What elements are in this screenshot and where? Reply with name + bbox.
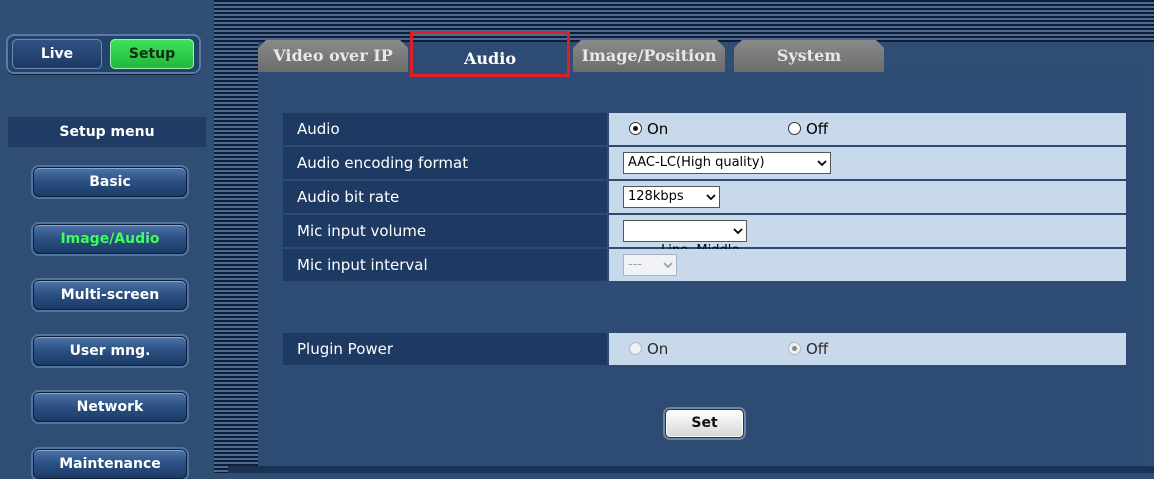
setting-row-bitrate: Audio bit rate 128kbps [283,181,1126,213]
setting-row-plugin-power-container: Plugin Power On Off [283,333,1126,365]
chevron-down-icon [817,160,827,167]
chevron-down-icon [733,228,743,235]
panel-bottom-border [228,466,1154,473]
mic-interval-select[interactable]: --- [623,254,677,276]
encoding-label: Audio encoding format [283,147,607,179]
plugin-power-off-radio[interactable] [788,342,801,355]
sidebar-item-maintenance[interactable]: Maintenance [33,449,187,479]
plugin-power-off-label: Off [806,340,829,358]
plugin-power-on-label: On [647,340,669,358]
audio-label: Audio [283,113,607,145]
plugin-power-label: Plugin Power [283,333,607,365]
sidebar-item-multi-screen[interactable]: Multi-screen [33,280,187,310]
tab-image-position[interactable]: Image/Position [573,40,725,72]
mode-switch: Live Setup [6,34,201,74]
mic-interval-value: --- [609,249,1126,281]
audio-value: On Off [609,113,1126,145]
audio-on-label: On [647,120,669,138]
tab-audio[interactable]: Audio [413,43,567,75]
set-button[interactable]: Set [665,409,744,438]
audio-off-radio[interactable] [788,122,801,135]
sidebar-item-user-mng[interactable]: User mng. [33,336,187,366]
bitrate-label: Audio bit rate [283,181,607,213]
sidebar-item-basic[interactable]: Basic [33,167,187,197]
mic-volume-select[interactable]: Line Middle [623,220,747,258]
bitrate-select-value: 128kbps [628,189,684,204]
audio-off-label: Off [806,120,829,138]
encoding-select[interactable]: AAC-LC(High quality) [623,152,831,174]
top-decorative-stripes [214,0,1154,42]
sidebar-item-image-audio[interactable]: Image/Audio [33,224,187,254]
chevron-down-icon [706,194,716,201]
sidebar-item-network[interactable]: Network [33,392,187,422]
mic-volume-label: Mic input volume [283,215,607,247]
decorative-stripes [214,0,258,473]
setting-row-audio: Audio On Off [283,113,1126,145]
tab-video-over-ip[interactable]: Video over IP [258,40,408,72]
tab-system[interactable]: System [734,40,884,72]
plugin-power-value: On Off [609,333,1126,365]
bitrate-value: 128kbps [609,181,1126,213]
setup-button[interactable]: Setup [110,39,194,69]
setting-row-mic-interval: Mic input interval --- [283,249,1126,281]
bitrate-select[interactable]: 128kbps [623,186,720,208]
setting-row-encoding: Audio encoding format AAC-LC(High qualit… [283,147,1126,179]
chevron-down-icon [663,262,673,269]
sidebar: Live Setup Setup menu Basic Image/Audio … [0,0,214,479]
audio-on-radio[interactable] [629,122,642,135]
mic-volume-value: Line Middle [609,215,1126,258]
encoding-select-value: AAC-LC(High quality) [628,155,765,170]
encoding-value: AAC-LC(High quality) [609,147,1126,179]
setting-row-mic-volume: Mic input volume Line Middle [283,215,1126,258]
live-button[interactable]: Live [12,39,102,69]
setup-menu-title: Setup menu [8,117,206,147]
mic-interval-label: Mic input interval [283,249,607,281]
mic-interval-select-value: --- [628,257,643,272]
plugin-power-on-radio[interactable] [629,342,642,355]
